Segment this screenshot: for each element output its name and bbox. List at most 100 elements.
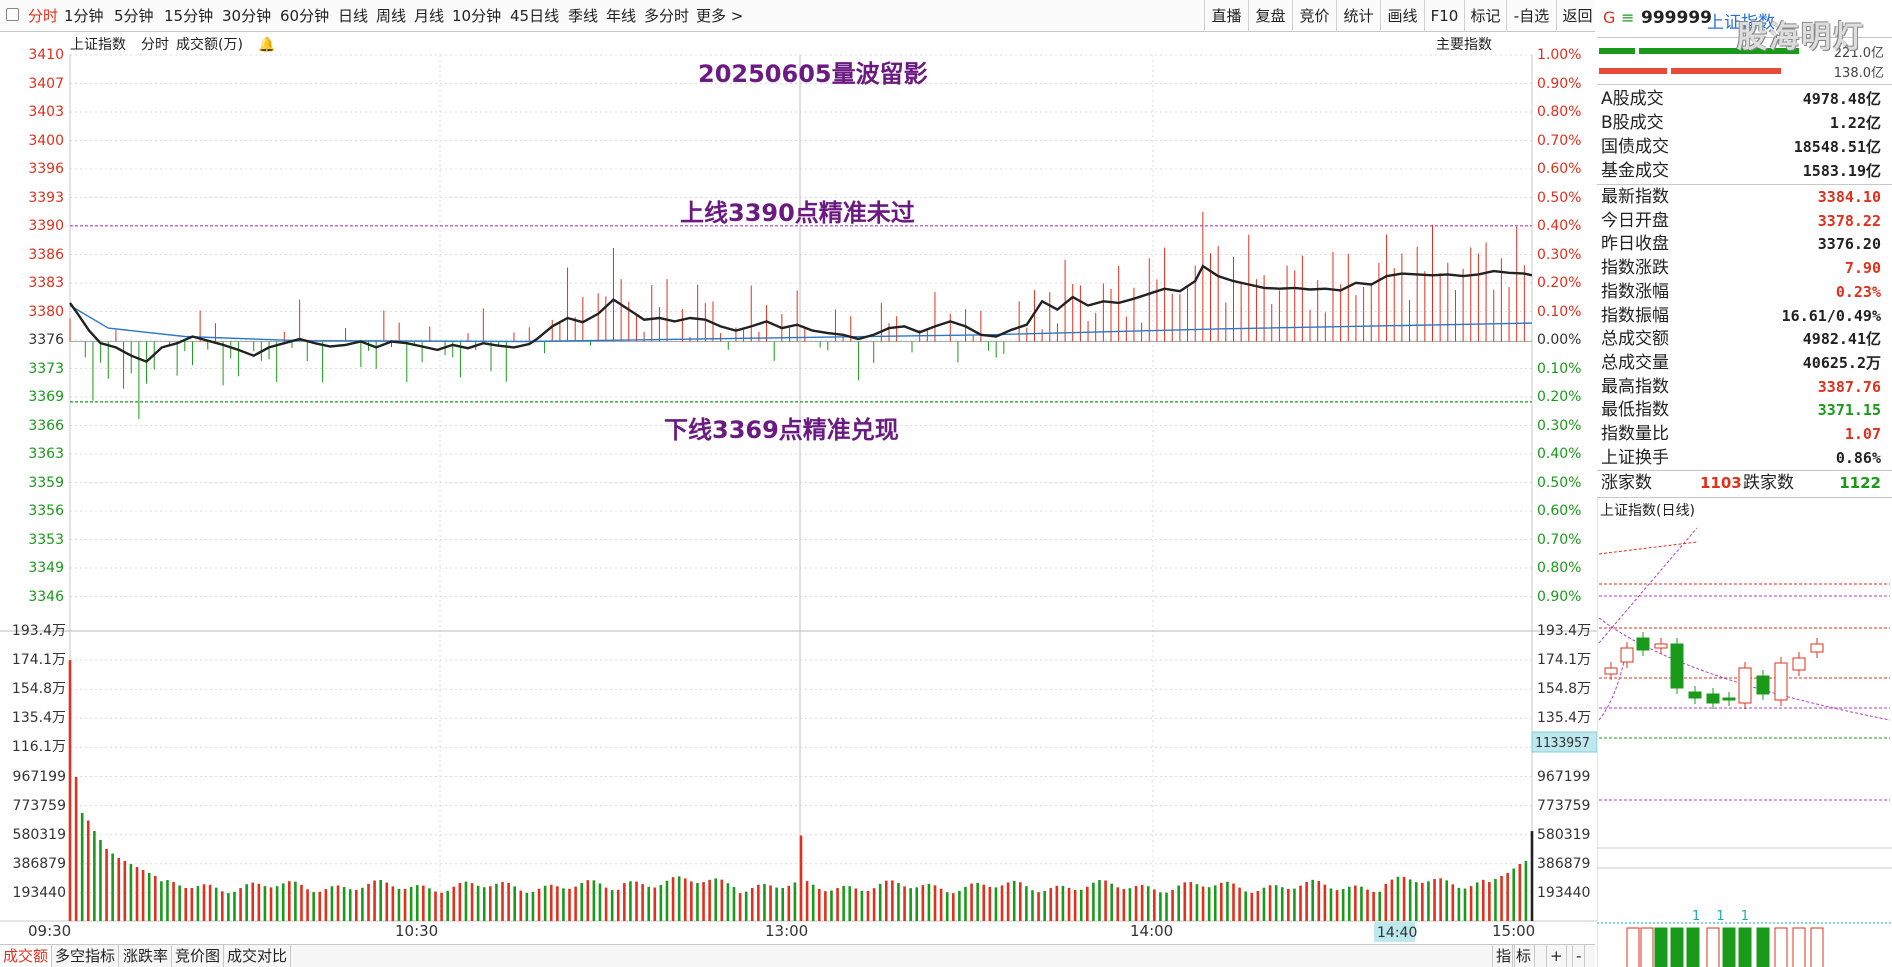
volume-bar <box>702 882 705 921</box>
toolbar-button-3[interactable]: 统计 <box>1336 0 1380 32</box>
volume-bar <box>166 880 169 921</box>
volume-bar <box>391 886 395 921</box>
pct-tick-0: 1.00% <box>1537 47 1582 63</box>
volume-bar <box>653 887 657 921</box>
volume-bar <box>604 887 608 921</box>
volume-tick-left-8: 386879 <box>12 855 66 872</box>
volume-bar <box>1488 882 1491 921</box>
price-tick-3: 3400 <box>28 132 64 149</box>
price-tick-10: 3376 <box>28 332 64 348</box>
list-icon[interactable]: ≡ <box>1621 8 1634 27</box>
bottom-right-button-1[interactable]: 标 <box>1512 945 1536 967</box>
volume-bar <box>690 881 693 921</box>
indicator-tab-0[interactable]: 成交额 <box>0 945 53 967</box>
volume-bar <box>671 877 675 921</box>
volume-bar <box>1305 881 1308 921</box>
volume-bar <box>659 885 663 921</box>
bottom-right-button-3[interactable]: - <box>1572 945 1586 967</box>
volume-bar <box>982 884 986 921</box>
chart-indicator[interactable]: 成交额(万) <box>176 32 243 58</box>
volume-bar <box>897 883 900 921</box>
volume-bar <box>817 888 821 921</box>
toolbar-button-8[interactable]: 返回 <box>1556 0 1598 32</box>
volume-bar <box>629 881 632 921</box>
chart-name: 上证指数 <box>70 37 126 53</box>
indicator-tab-1[interactable]: 多空指标 <box>52 945 120 967</box>
watermark: 股海明灯 <box>1737 20 1865 55</box>
bell-icon[interactable]: 🔔 <box>258 32 275 58</box>
pct-tick-7: 0.30% <box>1537 246 1582 263</box>
period-tab-0[interactable]: 分时 <box>28 0 58 32</box>
volume-tick-left-5: 967199 <box>12 768 66 785</box>
indicator-tab-4[interactable]: 成交对比 <box>224 945 292 967</box>
volume-tick-right-8: 386879 <box>1537 855 1591 872</box>
toolbar-button-6[interactable]: 标记 <box>1464 0 1506 32</box>
daily-candle <box>1620 647 1634 663</box>
toolbar-button-2[interactable]: 竞价 <box>1292 0 1336 32</box>
window-menu-icon[interactable] <box>6 8 19 21</box>
period-tab-4[interactable]: 30分钟 <box>222 0 271 32</box>
pct-tick-17: 0.70% <box>1537 531 1582 548</box>
major-index-button[interactable]: 主要指数 <box>1436 32 1492 58</box>
period-tab-5[interactable]: 60分钟 <box>280 0 329 32</box>
toolbar-button-0[interactable]: 直播 <box>1204 0 1248 32</box>
volume-bar <box>757 884 760 921</box>
daily-candle <box>1792 657 1806 671</box>
volume-bar <box>348 889 352 921</box>
volume-bar <box>470 883 474 921</box>
period-tab-1[interactable]: 1分钟 <box>64 0 104 32</box>
mini-volume-bar <box>1670 927 1684 967</box>
volume-bar <box>964 886 967 921</box>
bottom-right-button-2[interactable]: + <box>1546 945 1567 967</box>
cursor-time-label: 14:40 <box>1377 925 1417 941</box>
period-tab-13[interactable]: 多分时 <box>644 0 689 32</box>
volume-bar <box>458 882 462 921</box>
pct-tick-12: 0.20% <box>1537 389 1582 405</box>
market-breadth: 涨家数 1103 跌家数 1122 <box>1601 473 1881 493</box>
price-tick-8: 3383 <box>28 275 64 291</box>
mini-marks: 1 1 1 <box>1692 909 1756 924</box>
volume-bar <box>915 887 919 921</box>
period-tab-8[interactable]: 月线 <box>414 0 444 32</box>
volume-bar <box>891 880 894 921</box>
volume-bar <box>1049 888 1053 921</box>
period-tab-12[interactable]: 年线 <box>606 0 636 32</box>
toolbar-button-7[interactable]: -自选 <box>1506 0 1556 32</box>
daily-candle <box>1604 667 1618 675</box>
volume-bar <box>1177 885 1180 921</box>
period-tab-9[interactable]: 10分钟 <box>452 0 501 32</box>
period-tab-14[interactable]: 更多 > <box>696 0 743 32</box>
volume-bar <box>1250 892 1254 921</box>
toolbar-button-1[interactable]: 复盘 <box>1248 0 1292 32</box>
volume-bar <box>568 888 571 921</box>
volume-bar <box>336 885 340 921</box>
pct-tick-4: 0.60% <box>1537 161 1582 177</box>
volume-bar <box>562 888 565 921</box>
volume-bar <box>683 878 687 921</box>
volume-bar <box>361 887 364 921</box>
daily-mini-chart[interactable] <box>1597 498 1892 967</box>
period-tab-10[interactable]: 45日线 <box>510 0 559 32</box>
volume-tick-left-9: 193440 <box>12 884 66 901</box>
toolbar-button-4[interactable]: 画线 <box>1380 0 1424 32</box>
volume-bar <box>598 883 602 921</box>
price-tick-11: 3373 <box>28 360 64 377</box>
volume-bar <box>288 881 291 921</box>
volume-bar <box>525 892 529 921</box>
period-tab-6[interactable]: 日线 <box>338 0 368 32</box>
pct-tick-2: 0.80% <box>1537 104 1582 120</box>
volume-bar <box>799 835 803 921</box>
period-tab-2[interactable]: 5分钟 <box>114 0 154 32</box>
intraday-chart[interactable]: 1133957 14:40 <box>0 0 1597 967</box>
indicator-tab-2[interactable]: 涨跌率 <box>120 945 173 967</box>
period-tab-7[interactable]: 周线 <box>376 0 406 32</box>
toolbar-button-5[interactable]: F10 <box>1424 0 1464 32</box>
volume-bar <box>824 891 827 921</box>
period-tab-11[interactable]: 季线 <box>568 0 598 32</box>
period-tab-3[interactable]: 15分钟 <box>164 0 213 32</box>
indicator-tab-3[interactable]: 竞价图 <box>172 945 225 967</box>
volume-bar <box>1086 886 1089 921</box>
volume-bar <box>300 884 303 921</box>
chart-mode[interactable]: 分时 <box>141 32 169 58</box>
price-tick-18: 3349 <box>28 560 64 576</box>
